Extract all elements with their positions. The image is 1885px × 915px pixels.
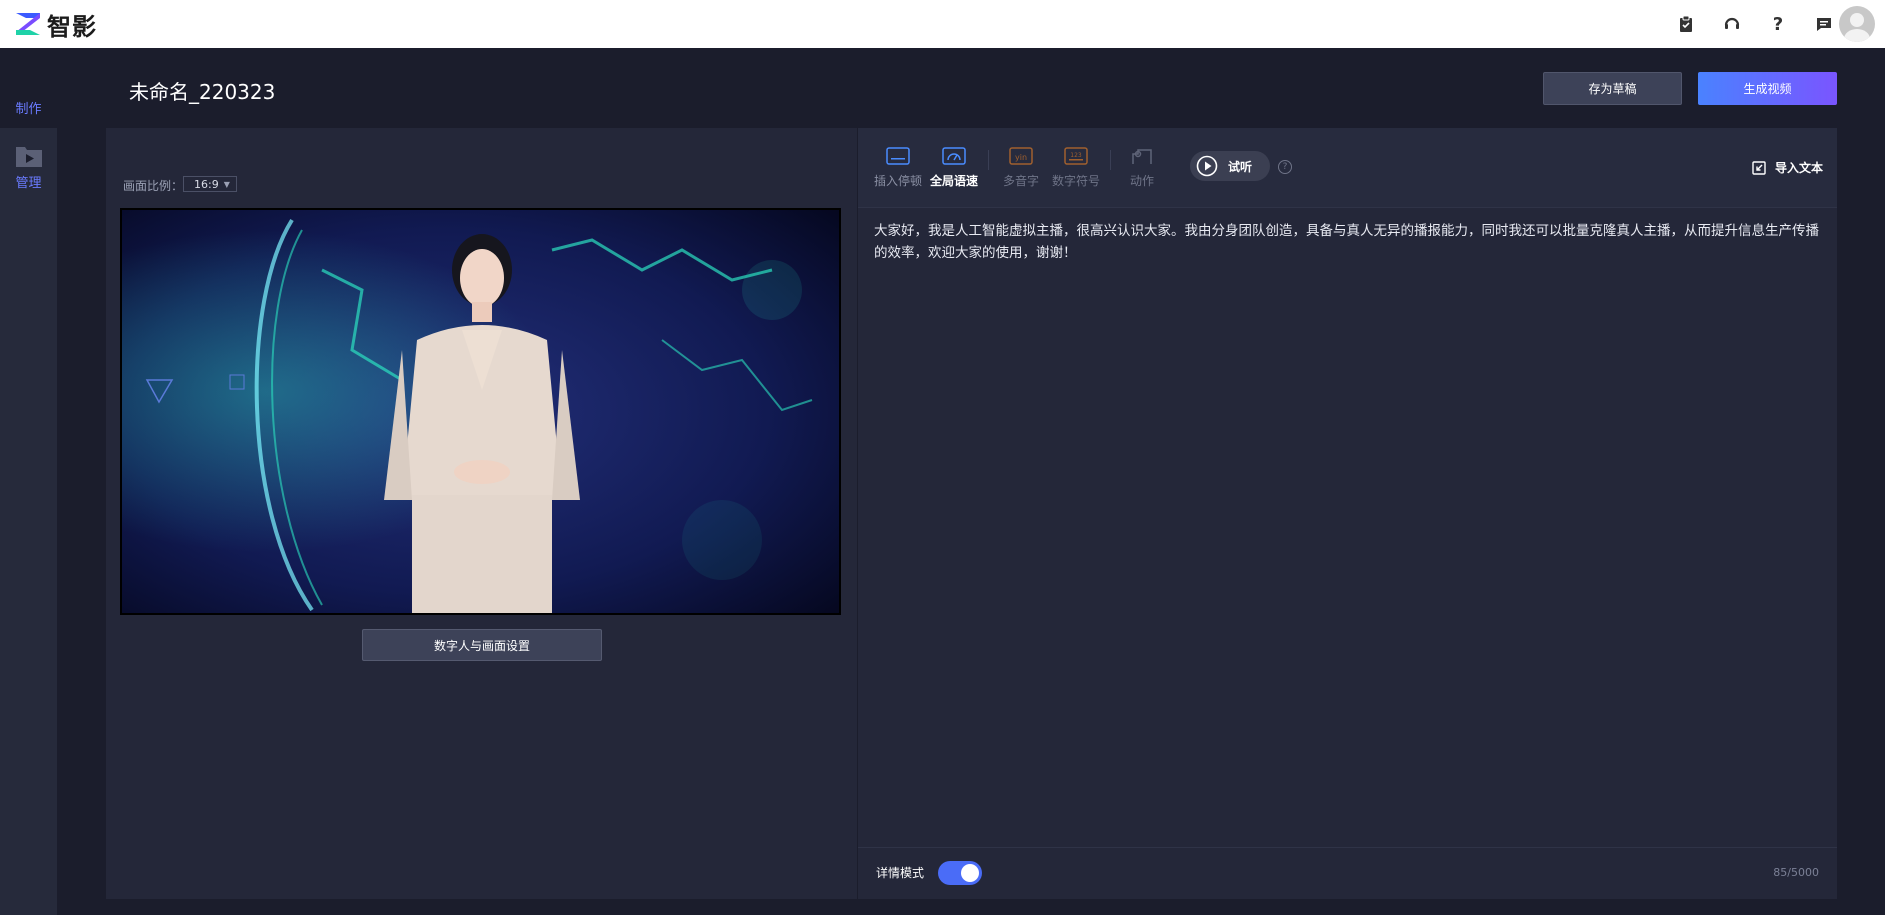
editor-footer: 详情模式 85/5000: [858, 847, 1837, 899]
number-symbol-icon: 123: [1064, 147, 1088, 165]
script-editor-panel: 插入停顿 全局语速 yin 多音字 123 数字符号 动作 试听 ? 导入文本: [858, 128, 1837, 899]
svg-text:123: 123: [1070, 152, 1082, 159]
clipboard-check-icon[interactable]: [1675, 13, 1697, 35]
tool-action[interactable]: 动作: [1112, 146, 1172, 189]
editor-toolbar: 插入停顿 全局语速 yin 多音字 123 数字符号 动作 试听 ? 导入文本: [858, 128, 1837, 208]
play-icon: [1196, 155, 1218, 177]
rail-item-make[interactable]: 制作: [0, 95, 57, 125]
pinyin-icon: yin: [1009, 147, 1033, 165]
top-bar: 智影 ?: [0, 0, 1885, 48]
tool-global-speed[interactable]: 全局语速: [924, 146, 984, 189]
import-icon: [1752, 160, 1766, 175]
user-avatar-icon: [1844, 13, 1870, 42]
import-text-button[interactable]: 导入文本: [1751, 159, 1823, 176]
tool-global-speed-label: 全局语速: [929, 174, 978, 188]
zhiying-logo-icon: [16, 13, 40, 35]
chevron-down-icon: ▼: [223, 179, 230, 189]
import-text-label: 导入文本: [1774, 161, 1823, 175]
tool-action-label: 动作: [1129, 174, 1154, 188]
tool-number-symbol[interactable]: 123 数字符号: [1046, 146, 1106, 189]
rail-item-manage-label: 管理: [15, 176, 42, 191]
ratio-select-value: 16:9: [194, 177, 219, 191]
toolbar-divider: [988, 150, 989, 170]
char-count: 85/5000: [1773, 866, 1819, 879]
listen-preview-button[interactable]: 试听: [1190, 151, 1270, 181]
project-title[interactable]: 未命名_220323: [129, 76, 275, 105]
speedometer-icon: [942, 147, 966, 165]
canvas-panel: 画面比例： 16:9 ▼ 数字人与画面设置: [106, 128, 857, 899]
help-icon[interactable]: ?: [1767, 13, 1789, 35]
app-logo-text: 智影: [47, 12, 97, 41]
detail-mode-toggle[interactable]: [938, 861, 982, 885]
user-avatar[interactable]: [1839, 6, 1875, 42]
script-textarea[interactable]: 大家好，我是人工智能虚拟主播，很高兴认识大家。我由分身团队创造，具备与真人无异的…: [874, 220, 1824, 264]
ratio-select[interactable]: 16:9 ▼: [183, 176, 237, 192]
save-draft-button[interactable]: 存为草稿: [1543, 72, 1682, 105]
tool-polyphone[interactable]: yin 多音字: [991, 146, 1051, 189]
left-rail: 制作 管理: [0, 48, 57, 915]
tool-polyphone-label: 多音字: [1002, 174, 1039, 188]
listen-preview-label: 试听: [1228, 159, 1253, 174]
gesture-icon: [1132, 149, 1152, 164]
folder-play-icon: [15, 147, 42, 167]
tool-insert-pause[interactable]: 插入停顿: [868, 146, 928, 189]
headset-icon[interactable]: [1721, 13, 1743, 35]
tool-insert-pause-label: 插入停顿: [873, 174, 922, 188]
pause-insert-icon: [886, 147, 910, 165]
app-logo[interactable]: 智影: [14, 9, 97, 41]
detail-mode-label: 详情模式: [876, 866, 925, 880]
toggle-knob: [961, 864, 979, 882]
message-icon[interactable]: [1813, 13, 1835, 35]
rail-item-manage[interactable]: 管理: [0, 128, 57, 915]
listen-help-icon[interactable]: ?: [1278, 160, 1292, 174]
avatar-scene-settings-button[interactable]: 数字人与画面设置: [362, 629, 602, 661]
video-preview[interactable]: [120, 208, 841, 615]
toolbar-divider: [1110, 150, 1111, 170]
generate-video-button[interactable]: 生成视频: [1698, 72, 1837, 105]
tool-number-symbol-label: 数字符号: [1051, 174, 1100, 188]
svg-text:yin: yin: [1015, 153, 1027, 162]
ratio-label: 画面比例：: [123, 179, 184, 193]
preview-image: [122, 210, 839, 613]
